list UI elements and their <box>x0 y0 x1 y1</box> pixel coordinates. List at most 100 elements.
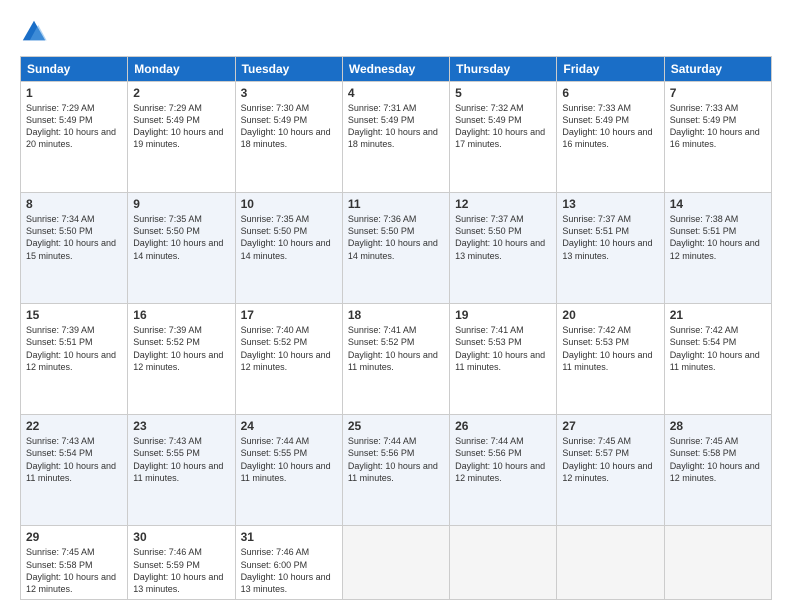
day-info: Sunrise: 7:42 AMSunset: 5:54 PMDaylight:… <box>670 325 760 371</box>
day-info: Sunrise: 7:36 AMSunset: 5:50 PMDaylight:… <box>348 214 438 260</box>
calendar-cell: 31 Sunrise: 7:46 AMSunset: 6:00 PMDaylig… <box>235 526 342 600</box>
calendar-cell: 22 Sunrise: 7:43 AMSunset: 5:54 PMDaylig… <box>21 415 128 526</box>
day-info: Sunrise: 7:44 AMSunset: 5:56 PMDaylight:… <box>348 436 438 482</box>
calendar-cell: 23 Sunrise: 7:43 AMSunset: 5:55 PMDaylig… <box>128 415 235 526</box>
calendar-cell: 8 Sunrise: 7:34 AMSunset: 5:50 PMDayligh… <box>21 193 128 304</box>
logo-icon <box>20 18 48 46</box>
day-info: Sunrise: 7:45 AMSunset: 5:58 PMDaylight:… <box>670 436 760 482</box>
calendar-cell: 5 Sunrise: 7:32 AMSunset: 5:49 PMDayligh… <box>450 82 557 193</box>
calendar-cell: 21 Sunrise: 7:42 AMSunset: 5:54 PMDaylig… <box>664 304 771 415</box>
day-number: 3 <box>241 86 337 100</box>
calendar-cell: 3 Sunrise: 7:30 AMSunset: 5:49 PMDayligh… <box>235 82 342 193</box>
day-info: Sunrise: 7:33 AMSunset: 5:49 PMDaylight:… <box>670 103 760 149</box>
weekday-header-tuesday: Tuesday <box>235 57 342 82</box>
calendar-cell: 30 Sunrise: 7:46 AMSunset: 5:59 PMDaylig… <box>128 526 235 600</box>
day-info: Sunrise: 7:41 AMSunset: 5:52 PMDaylight:… <box>348 325 438 371</box>
day-number: 23 <box>133 419 229 433</box>
calendar-cell <box>450 526 557 600</box>
day-number: 11 <box>348 197 444 211</box>
calendar-cell: 15 Sunrise: 7:39 AMSunset: 5:51 PMDaylig… <box>21 304 128 415</box>
calendar-cell: 1 Sunrise: 7:29 AMSunset: 5:49 PMDayligh… <box>21 82 128 193</box>
day-number: 22 <box>26 419 122 433</box>
calendar-cell: 7 Sunrise: 7:33 AMSunset: 5:49 PMDayligh… <box>664 82 771 193</box>
header <box>20 18 772 46</box>
day-number: 9 <box>133 197 229 211</box>
day-number: 6 <box>562 86 658 100</box>
day-info: Sunrise: 7:35 AMSunset: 5:50 PMDaylight:… <box>241 214 331 260</box>
day-number: 28 <box>670 419 766 433</box>
day-info: Sunrise: 7:43 AMSunset: 5:54 PMDaylight:… <box>26 436 116 482</box>
day-number: 5 <box>455 86 551 100</box>
day-info: Sunrise: 7:41 AMSunset: 5:53 PMDaylight:… <box>455 325 545 371</box>
day-info: Sunrise: 7:37 AMSunset: 5:51 PMDaylight:… <box>562 214 652 260</box>
calendar-cell: 27 Sunrise: 7:45 AMSunset: 5:57 PMDaylig… <box>557 415 664 526</box>
day-number: 13 <box>562 197 658 211</box>
day-info: Sunrise: 7:40 AMSunset: 5:52 PMDaylight:… <box>241 325 331 371</box>
calendar-cell: 13 Sunrise: 7:37 AMSunset: 5:51 PMDaylig… <box>557 193 664 304</box>
day-number: 10 <box>241 197 337 211</box>
day-info: Sunrise: 7:30 AMSunset: 5:49 PMDaylight:… <box>241 103 331 149</box>
day-info: Sunrise: 7:35 AMSunset: 5:50 PMDaylight:… <box>133 214 223 260</box>
day-number: 16 <box>133 308 229 322</box>
day-number: 18 <box>348 308 444 322</box>
calendar-cell: 19 Sunrise: 7:41 AMSunset: 5:53 PMDaylig… <box>450 304 557 415</box>
calendar-cell: 10 Sunrise: 7:35 AMSunset: 5:50 PMDaylig… <box>235 193 342 304</box>
calendar-cell: 4 Sunrise: 7:31 AMSunset: 5:49 PMDayligh… <box>342 82 449 193</box>
calendar-cell: 17 Sunrise: 7:40 AMSunset: 5:52 PMDaylig… <box>235 304 342 415</box>
day-number: 27 <box>562 419 658 433</box>
weekday-header-thursday: Thursday <box>450 57 557 82</box>
calendar-cell <box>664 526 771 600</box>
day-number: 30 <box>133 530 229 544</box>
calendar-cell: 12 Sunrise: 7:37 AMSunset: 5:50 PMDaylig… <box>450 193 557 304</box>
day-info: Sunrise: 7:39 AMSunset: 5:51 PMDaylight:… <box>26 325 116 371</box>
day-number: 31 <box>241 530 337 544</box>
calendar-cell: 18 Sunrise: 7:41 AMSunset: 5:52 PMDaylig… <box>342 304 449 415</box>
day-info: Sunrise: 7:43 AMSunset: 5:55 PMDaylight:… <box>133 436 223 482</box>
day-info: Sunrise: 7:32 AMSunset: 5:49 PMDaylight:… <box>455 103 545 149</box>
weekday-header-saturday: Saturday <box>664 57 771 82</box>
day-info: Sunrise: 7:33 AMSunset: 5:49 PMDaylight:… <box>562 103 652 149</box>
day-info: Sunrise: 7:37 AMSunset: 5:50 PMDaylight:… <box>455 214 545 260</box>
day-number: 25 <box>348 419 444 433</box>
calendar-table: SundayMondayTuesdayWednesdayThursdayFrid… <box>20 56 772 600</box>
day-number: 29 <box>26 530 122 544</box>
day-info: Sunrise: 7:31 AMSunset: 5:49 PMDaylight:… <box>348 103 438 149</box>
calendar-cell: 20 Sunrise: 7:42 AMSunset: 5:53 PMDaylig… <box>557 304 664 415</box>
day-info: Sunrise: 7:45 AMSunset: 5:58 PMDaylight:… <box>26 547 116 593</box>
day-info: Sunrise: 7:46 AMSunset: 5:59 PMDaylight:… <box>133 547 223 593</box>
day-number: 20 <box>562 308 658 322</box>
calendar-cell: 26 Sunrise: 7:44 AMSunset: 5:56 PMDaylig… <box>450 415 557 526</box>
page: SundayMondayTuesdayWednesdayThursdayFrid… <box>0 0 792 612</box>
weekday-header-sunday: Sunday <box>21 57 128 82</box>
calendar-cell: 2 Sunrise: 7:29 AMSunset: 5:49 PMDayligh… <box>128 82 235 193</box>
day-number: 15 <box>26 308 122 322</box>
day-info: Sunrise: 7:29 AMSunset: 5:49 PMDaylight:… <box>26 103 116 149</box>
day-info: Sunrise: 7:29 AMSunset: 5:49 PMDaylight:… <box>133 103 223 149</box>
day-number: 19 <box>455 308 551 322</box>
logo <box>20 18 52 46</box>
calendar-cell: 29 Sunrise: 7:45 AMSunset: 5:58 PMDaylig… <box>21 526 128 600</box>
calendar-cell: 14 Sunrise: 7:38 AMSunset: 5:51 PMDaylig… <box>664 193 771 304</box>
calendar-cell: 11 Sunrise: 7:36 AMSunset: 5:50 PMDaylig… <box>342 193 449 304</box>
calendar-cell: 16 Sunrise: 7:39 AMSunset: 5:52 PMDaylig… <box>128 304 235 415</box>
day-number: 1 <box>26 86 122 100</box>
day-info: Sunrise: 7:44 AMSunset: 5:56 PMDaylight:… <box>455 436 545 482</box>
calendar-cell: 6 Sunrise: 7:33 AMSunset: 5:49 PMDayligh… <box>557 82 664 193</box>
day-number: 24 <box>241 419 337 433</box>
weekday-header-monday: Monday <box>128 57 235 82</box>
day-info: Sunrise: 7:42 AMSunset: 5:53 PMDaylight:… <box>562 325 652 371</box>
day-number: 8 <box>26 197 122 211</box>
calendar-cell: 24 Sunrise: 7:44 AMSunset: 5:55 PMDaylig… <box>235 415 342 526</box>
day-number: 14 <box>670 197 766 211</box>
day-number: 12 <box>455 197 551 211</box>
day-info: Sunrise: 7:39 AMSunset: 5:52 PMDaylight:… <box>133 325 223 371</box>
day-number: 17 <box>241 308 337 322</box>
day-number: 26 <box>455 419 551 433</box>
day-info: Sunrise: 7:44 AMSunset: 5:55 PMDaylight:… <box>241 436 331 482</box>
day-number: 7 <box>670 86 766 100</box>
day-info: Sunrise: 7:45 AMSunset: 5:57 PMDaylight:… <box>562 436 652 482</box>
calendar-cell <box>557 526 664 600</box>
day-number: 2 <box>133 86 229 100</box>
calendar-cell: 25 Sunrise: 7:44 AMSunset: 5:56 PMDaylig… <box>342 415 449 526</box>
day-number: 21 <box>670 308 766 322</box>
